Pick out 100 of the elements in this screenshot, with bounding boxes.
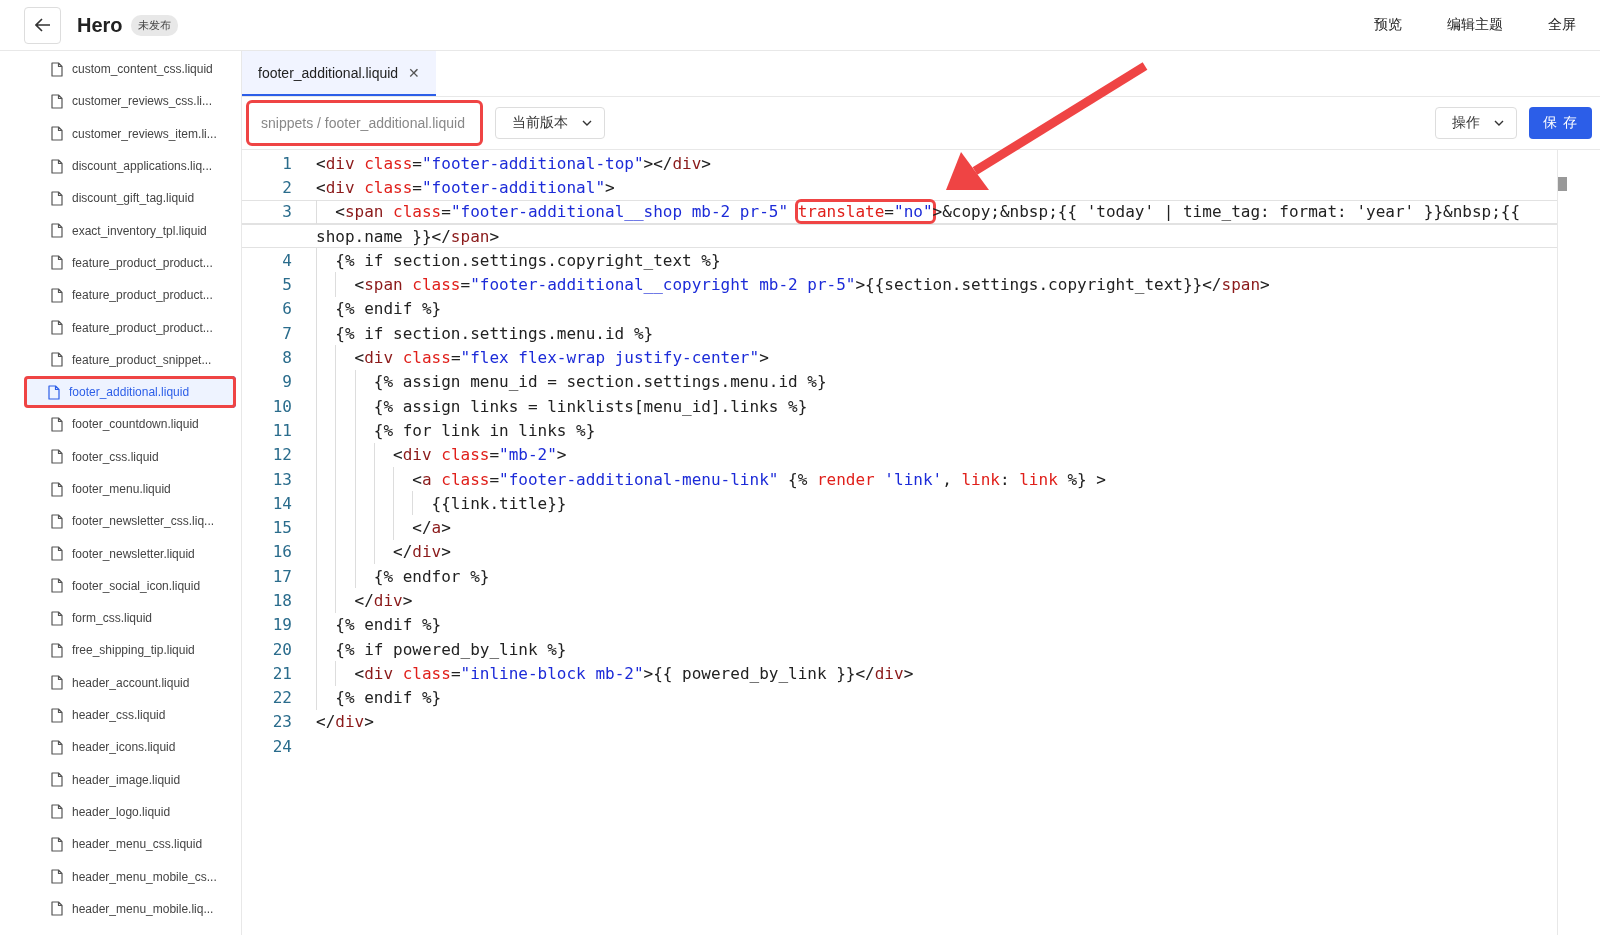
file-icon: [51, 223, 63, 239]
code-line: </div>: [316, 588, 413, 613]
file-item[interactable]: feature_product_product...: [0, 246, 241, 280]
line-number: 3: [281, 202, 293, 222]
header-link[interactable]: 编辑主题: [1447, 16, 1503, 34]
file-icon: [51, 869, 63, 885]
line-number: 8: [281, 348, 293, 367]
file-icon: [51, 416, 63, 432]
file-icon: [51, 610, 63, 626]
code-line: {% if section.settings.copyright_text %}: [316, 248, 721, 273]
file-icon: [51, 643, 63, 658]
file-item[interactable]: header_image.liquid: [0, 763, 241, 796]
code-line: <div class="footer-additional-top"></div>: [316, 152, 711, 175]
line-number: 19: [271, 615, 293, 635]
code-line: <div class="flex flex-wrap justify-center">: [316, 345, 769, 370]
file-item[interactable]: footer_newsletter.liquid: [0, 537, 241, 570]
code-line: {% endfor %}: [316, 564, 490, 589]
line-number: 13: [271, 469, 293, 489]
line-number: 6: [281, 299, 293, 319]
status-badge: 未发布: [130, 14, 178, 36]
line-number: 11: [271, 420, 293, 440]
file-icon: [51, 93, 63, 109]
header-link[interactable]: 全屏: [1548, 16, 1576, 34]
line-number: 17: [271, 566, 293, 586]
file-item[interactable]: footer_additional.liquid: [24, 375, 236, 409]
file-icon: [51, 449, 63, 465]
line-number: 7: [281, 323, 293, 343]
file-tab[interactable]: footer_additional.liquid ✕: [242, 51, 436, 96]
code-line: {% if powered_by_link %}: [316, 636, 567, 662]
page-title: Hero: [77, 13, 123, 37]
file-item[interactable]: header_css.liquid: [0, 698, 241, 732]
code-line: <div class="mb-2">: [316, 442, 567, 467]
file-item[interactable]: footer_countdown.liquid: [0, 408, 241, 441]
code-line: {% for link in links %}: [316, 418, 596, 443]
file-item[interactable]: form_css.liquid: [0, 602, 241, 635]
file-icon: [51, 772, 63, 788]
line-number: 9: [281, 372, 293, 392]
line-number: 4: [281, 250, 293, 270]
file-item[interactable]: feature_product_product...: [0, 311, 241, 344]
code-line: {% endif %}: [316, 685, 442, 710]
version-dropdown[interactable]: 当前版本: [495, 107, 605, 139]
file-icon: [51, 158, 63, 174]
file-item[interactable]: header_logo.liquid: [0, 795, 241, 829]
file-item[interactable]: discount_applications.liq...: [0, 149, 241, 183]
file-item[interactable]: discount_gift_tag.liquid: [0, 182, 241, 215]
file-item[interactable]: custom_content_css.liquid: [0, 53, 241, 86]
file-icon: [51, 255, 63, 271]
file-item[interactable]: header_menu_mobile_cs...: [0, 860, 241, 893]
file-icon: [51, 481, 63, 497]
file-icon: [51, 546, 63, 562]
code-line: <a class="footer-additional-menu-link" {% render 'link', link: link %} >: [316, 466, 1106, 492]
code-line: {% assign menu_id = section.settings.menu.id %}: [316, 369, 827, 394]
path-field[interactable]: snippets / footer_additional.liquid: [246, 100, 483, 146]
file-icon: [51, 287, 63, 303]
line-number: 24: [271, 736, 293, 756]
file-icon: [51, 836, 63, 852]
code-line: {% endif %}: [316, 296, 442, 322]
line-number: 18: [271, 591, 293, 610]
file-item[interactable]: header_menu_css.liquid: [0, 828, 241, 861]
file-item[interactable]: footer_css.liquid: [0, 440, 241, 473]
line-number: 15: [271, 518, 293, 538]
file-item[interactable]: footer_menu.liquid: [0, 472, 241, 506]
back-button[interactable]: [24, 6, 61, 44]
caret-icon: [582, 120, 592, 126]
file-item[interactable]: footer_newsletter_css.liq...: [0, 505, 241, 538]
file-icon: [51, 61, 63, 77]
save-button[interactable]: 保 存: [1529, 107, 1592, 139]
scrollbar-thumb[interactable]: [1558, 177, 1567, 191]
line-number: 5: [281, 275, 293, 295]
code-line: <div class="inline-block mb-2">{{ powered_by_link }}</div>: [316, 661, 914, 686]
code-line: </a>: [316, 515, 451, 540]
line-number: 2: [281, 177, 293, 197]
code-line: {% if section.settings.menu.id %}: [316, 321, 654, 346]
file-icon: [51, 320, 63, 335]
line-number: 14: [271, 493, 293, 513]
file-item[interactable]: customer_reviews_css.li...: [0, 85, 241, 118]
file-item[interactable]: free_shipping_tip.liquid: [0, 634, 241, 667]
line-number: 16: [271, 542, 293, 562]
file-item[interactable]: footer_social_icon.liquid: [0, 569, 241, 603]
file-item[interactable]: header_account.liquid: [0, 666, 241, 699]
file-item[interactable]: header_menu_mobile.liq...: [0, 892, 241, 925]
line-number: 1: [281, 153, 293, 173]
line-number: 20: [271, 639, 293, 659]
file-item[interactable]: feature_product_product...: [0, 279, 241, 312]
file-item[interactable]: feature_product_snippet...: [0, 343, 241, 376]
file-icon: [48, 384, 60, 400]
code-line: <div class="footer-additional">: [316, 176, 615, 199]
back-arrow-icon: [34, 18, 51, 32]
file-icon: [51, 190, 63, 206]
close-icon[interactable]: ✕: [408, 64, 420, 81]
actions-dropdown[interactable]: 操作: [1435, 107, 1518, 139]
file-item[interactable]: exact_inventory_tpl.liquid: [0, 214, 241, 247]
file-icon: [51, 352, 63, 368]
code-line: {% assign links = linklists[menu_id].links %}: [316, 393, 808, 419]
header-link[interactable]: 预览: [1374, 16, 1402, 34]
file-item[interactable]: header_icons.liquid: [0, 731, 241, 764]
line-number: 21: [271, 663, 293, 683]
file-item[interactable]: customer_reviews_item.li...: [0, 117, 241, 150]
code-line: shop.name }}</span>: [316, 225, 500, 248]
file-icon: [51, 804, 63, 820]
